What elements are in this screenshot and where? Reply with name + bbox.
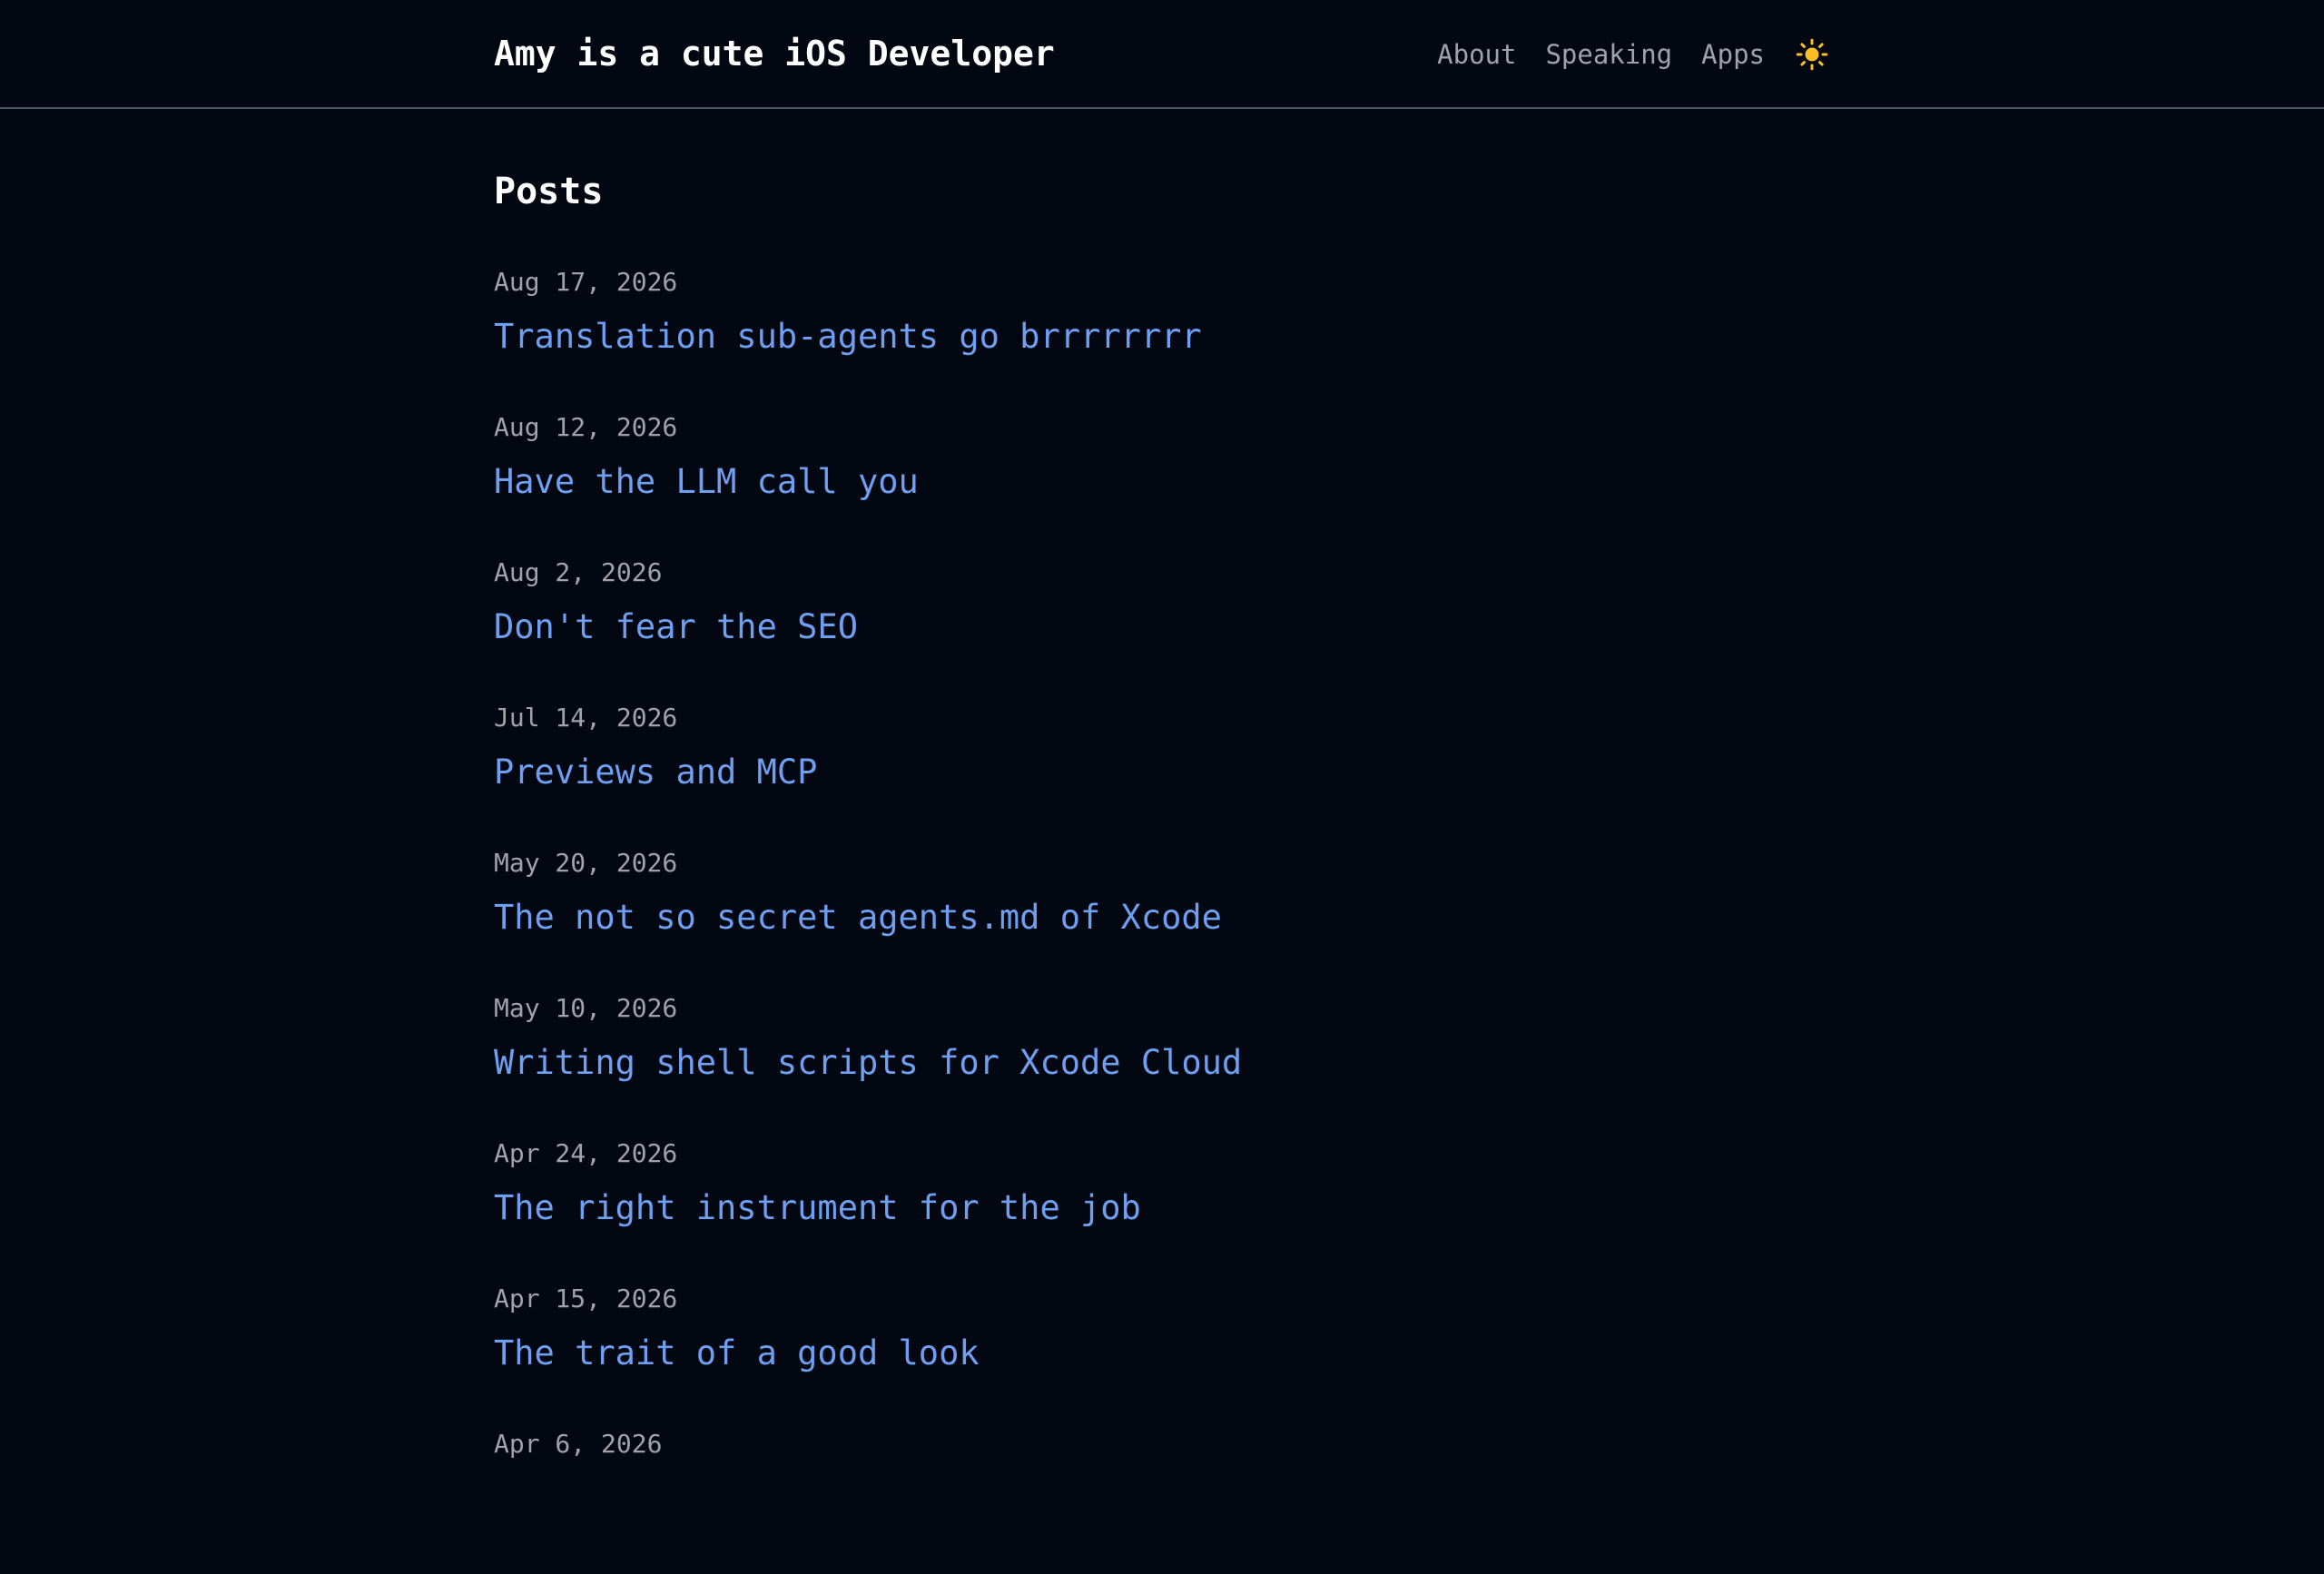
theme-toggle-button[interactable] — [1794, 36, 1830, 73]
main-nav: About Speaking Apps — [1408, 36, 1830, 73]
post-list-item: Aug 12, 2026 Have the LLM call you — [494, 412, 1830, 557]
site-title-link[interactable]: Amy is a cute iOS Developer — [494, 34, 1055, 74]
post-list-item: May 10, 2026 Writing shell scripts for X… — [494, 993, 1830, 1138]
post-list-item: Apr 24, 2026 The right instrument for th… — [494, 1138, 1830, 1284]
sun-icon — [1796, 38, 1828, 71]
post-list: Aug 17, 2026 Translation sub-agents go b… — [494, 267, 1830, 1574]
post-list-item: May 20, 2026 The not so secret agents.md… — [494, 848, 1830, 993]
post-date: Aug 17, 2026 — [494, 267, 678, 297]
nav-link-speaking[interactable]: Speaking — [1545, 39, 1672, 70]
post-title-link[interactable]: Writing shell scripts for Xcode Cloud — [494, 1042, 1242, 1084]
post-title-link[interactable]: The trait of a good look — [494, 1333, 980, 1374]
post-title-link[interactable]: The right instrument for the job — [494, 1187, 1141, 1229]
post-title-link[interactable]: Previews and MCP — [494, 752, 817, 793]
post-list-item: Jul 14, 2026 Previews and MCP — [494, 703, 1830, 848]
post-date: May 20, 2026 — [494, 848, 678, 878]
post-date: May 10, 2026 — [494, 993, 678, 1023]
post-date: Jul 14, 2026 — [494, 703, 678, 733]
post-date: Apr 24, 2026 — [494, 1138, 678, 1168]
post-date: Aug 2, 2026 — [494, 557, 663, 587]
post-list-item: Apr 6, 2026 — [494, 1429, 1830, 1574]
nav-link-apps[interactable]: Apps — [1701, 39, 1765, 70]
post-title-link[interactable]: Translation sub-agents go brrrrrrrr — [494, 316, 1202, 358]
post-date: Apr 15, 2026 — [494, 1284, 678, 1313]
post-list-item: Apr 15, 2026 The trait of a good look — [494, 1284, 1830, 1429]
page-title: Posts — [494, 171, 604, 212]
post-title-link[interactable]: Don't fear the SEO — [494, 606, 858, 648]
header-inner: Amy is a cute iOS Developer About Speaki… — [494, 0, 1830, 109]
post-list-item: Aug 2, 2026 Don't fear the SEO — [494, 557, 1830, 703]
post-date: Apr 6, 2026 — [494, 1429, 663, 1459]
post-date: Aug 12, 2026 — [494, 412, 678, 442]
post-title-link[interactable]: Have the LLM call you — [494, 461, 919, 503]
nav-link-about[interactable]: About — [1437, 39, 1516, 70]
post-title-link[interactable]: The not so secret agents.md of Xcode — [494, 897, 1222, 939]
site-header: Amy is a cute iOS Developer About Speaki… — [0, 0, 2324, 109]
post-list-item: Aug 17, 2026 Translation sub-agents go b… — [494, 267, 1830, 412]
